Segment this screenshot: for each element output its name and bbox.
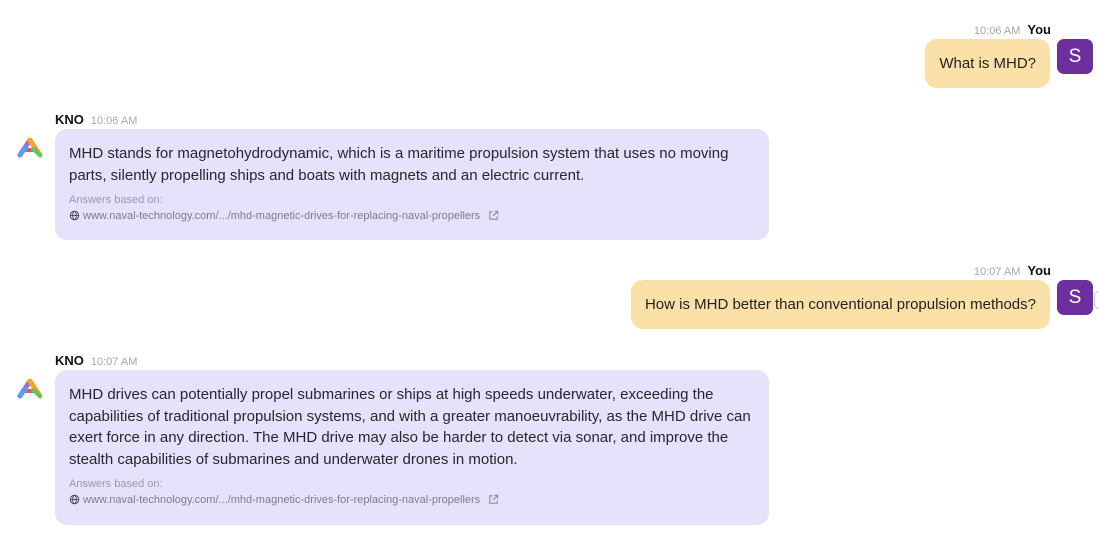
kno-logo-icon: [17, 379, 43, 399]
sources-label: Answers based on:: [69, 478, 163, 491]
bot-message-text: MHD stands for magnetohydrodynamic, whic…: [69, 145, 729, 184]
sources-label: Answers based on:: [69, 194, 163, 207]
message-timestamp: 10:07 AM: [973, 266, 1021, 278]
sender-name: You: [1027, 22, 1051, 37]
message-timestamp: 10:07 AM: [90, 356, 138, 368]
globe-icon: [69, 495, 80, 505]
user-message-bubble: How is MHD better than conventional prop…: [630, 280, 1050, 329]
bot-message-bubble: MHD stands for magnetohydrodynamic, whic…: [55, 129, 769, 240]
user-message-meta: 10:07 AM You: [974, 263, 1051, 278]
user-message-meta: 10:06 AM You: [974, 22, 1051, 37]
user-message-text: What is MHD?: [939, 55, 1036, 72]
user-avatar[interactable]: S: [1057, 280, 1093, 315]
sender-name: KNO: [55, 353, 84, 368]
source-url[interactable]: www.naval-technology.com/.../mhd-magneti…: [83, 210, 480, 222]
chat-thread: 10:06 AM You What is MHD? S KNO 10:06 AM…: [0, 0, 1099, 536]
external-link-icon[interactable]: [487, 209, 500, 222]
external-link-icon[interactable]: [487, 493, 500, 506]
user-avatar[interactable]: S: [1057, 39, 1093, 74]
source-link[interactable]: www.naval-technology.com/.../mhd-magneti…: [69, 209, 755, 222]
user-message-text: How is MHD better than conventional prop…: [644, 296, 1036, 313]
sender-name: KNO: [55, 112, 84, 127]
user-message-bubble: What is MHD?: [925, 39, 1050, 88]
avatar-initial: S: [1068, 286, 1082, 308]
source-url[interactable]: www.naval-technology.com/.../mhd-magneti…: [83, 494, 480, 506]
message-timestamp: 10:06 AM: [90, 115, 138, 127]
message-timestamp: 10:06 AM: [973, 25, 1021, 37]
bot-message-meta: KNO 10:07 AM: [55, 353, 137, 368]
globe-icon: [69, 210, 80, 221]
kno-logo-icon: [17, 138, 43, 158]
source-link[interactable]: www.naval-technology.com/.../mhd-magneti…: [69, 493, 755, 506]
bot-message-text: MHD drives can potentially propel submar…: [69, 386, 751, 468]
avatar-initial: S: [1068, 45, 1082, 67]
sender-name: You: [1027, 263, 1051, 278]
bot-message-bubble: MHD drives can potentially propel submar…: [55, 370, 769, 525]
bot-message-meta: KNO 10:06 AM: [55, 112, 137, 127]
scroll-edge-indicator: [1094, 291, 1099, 309]
